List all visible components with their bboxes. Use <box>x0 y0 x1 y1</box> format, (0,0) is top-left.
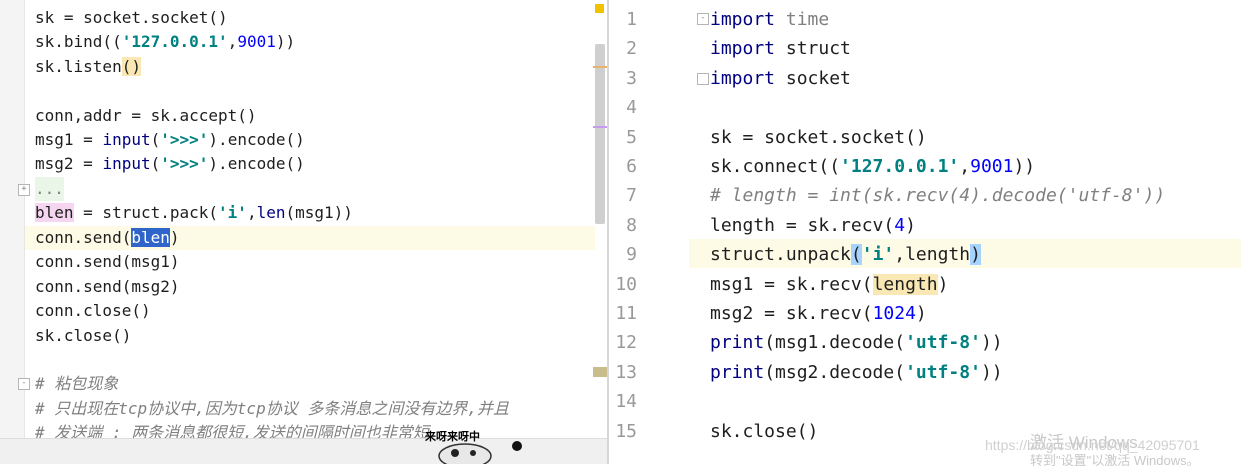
code-line[interactable]: length = sk.recv(4) <box>710 211 916 240</box>
error-stripe-marker[interactable] <box>593 126 607 128</box>
error-stripe-marker[interactable] <box>593 367 607 377</box>
line-number: 10 <box>615 273 637 295</box>
right-editor-pane[interactable]: 1 2 3 4 5 6 7 8 9 10 11 12 13 14 15 - import time impor… <box>609 0 1241 464</box>
line-number: 3 <box>626 67 637 89</box>
fold-collapse-icon[interactable]: - <box>697 13 709 25</box>
line-number: 2 <box>626 38 637 60</box>
code-line[interactable]: print(msg1.decode('utf-8')) <box>710 328 1003 357</box>
code-line[interactable]: msg1 = input('>>>').encode() <box>35 128 305 152</box>
code-line[interactable]: conn.send(blen) <box>35 226 180 250</box>
code-line[interactable]: msg2 = sk.recv(1024) <box>710 299 927 328</box>
code-line[interactable]: conn.close() <box>35 299 151 323</box>
line-number: 9 <box>626 244 637 266</box>
line-number: 7 <box>626 185 637 207</box>
sticker-text: 来呀来呀中 <box>425 430 480 443</box>
error-stripe-marker[interactable] <box>593 66 607 68</box>
code-line[interactable]: conn,addr = sk.accept() <box>35 104 257 128</box>
code-line[interactable]: struct.unpack('i',length) <box>710 240 981 269</box>
fold-collapse-icon[interactable]: - <box>18 378 30 390</box>
line-number: 4 <box>626 97 637 119</box>
code-line[interactable]: sk.bind(('127.0.0.1',9001)) <box>35 30 295 54</box>
line-number: 12 <box>615 332 637 354</box>
left-gutter <box>0 0 25 464</box>
code-line[interactable]: sk.close() <box>710 417 818 446</box>
code-line[interactable]: sk = socket.socket() <box>35 6 228 30</box>
code-line[interactable]: conn.send(msg2) <box>35 275 180 299</box>
comment-line[interactable]: # 粘包现象 <box>35 372 118 396</box>
line-number: 14 <box>615 391 637 413</box>
code-line[interactable]: msg2 = input('>>>').encode() <box>35 152 305 176</box>
sticker-image: 来呀来呀中 <box>425 426 525 464</box>
folded-region[interactable]: ... <box>35 177 64 201</box>
code-line[interactable]: import socket <box>710 64 851 93</box>
code-line[interactable]: print(msg2.decode('utf-8')) <box>710 358 1003 387</box>
code-line[interactable]: msg1 = sk.recv(length) <box>710 270 948 299</box>
line-number: 11 <box>615 303 637 324</box>
line-number: 6 <box>626 156 637 177</box>
code-line[interactable]: conn.send(msg1) <box>35 250 180 274</box>
line-number: 8 <box>626 214 637 236</box>
code-line[interactable]: blen = struct.pack('i',len(msg1)) <box>35 201 353 225</box>
vertical-scrollbar[interactable] <box>595 44 605 224</box>
fold-expand-icon[interactable]: + <box>18 184 30 196</box>
code-line[interactable]: sk.close() <box>35 324 131 348</box>
code-line[interactable]: sk.connect(('127.0.0.1',9001)) <box>710 152 1035 181</box>
line-number: 15 <box>615 420 637 442</box>
code-line[interactable]: # length = int(sk.recv(4).decode('utf-8'… <box>710 181 1165 210</box>
code-line[interactable]: sk = socket.socket() <box>710 123 927 152</box>
settings-watermark: 转到"设置"以激活 Windows。 <box>1030 453 1200 468</box>
blank <box>710 227 1235 229</box>
comment-line[interactable]: # 只出现在tcp协议中,因为tcp协议 多条消息之间没有边界,并且 <box>35 397 509 421</box>
code-line[interactable]: import struct <box>710 34 851 63</box>
fold-end-icon[interactable] <box>697 73 709 85</box>
line-number: 1 <box>626 9 637 30</box>
line-number: 13 <box>615 361 637 383</box>
line-number: 5 <box>626 126 637 148</box>
left-editor-pane[interactable]: sk = socket.socket() sk.bind(('127.0.0.1… <box>0 0 607 464</box>
warning-marker-icon[interactable] <box>595 4 604 13</box>
code-line[interactable]: sk.listen() <box>35 55 141 79</box>
code-line[interactable]: import time <box>710 5 829 34</box>
